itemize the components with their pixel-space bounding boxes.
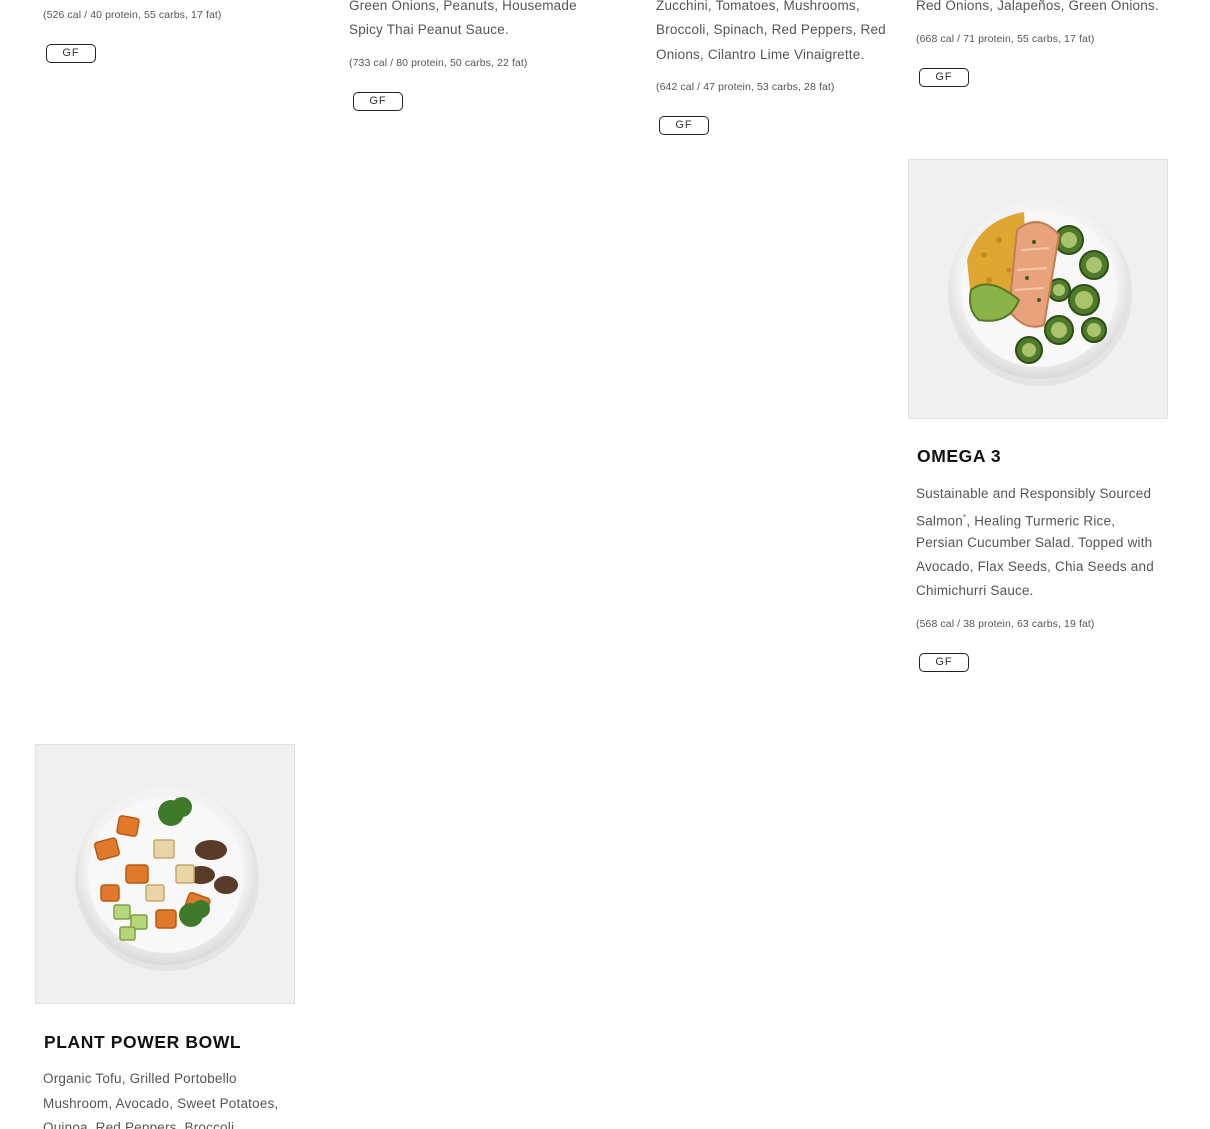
item-title[interactable]: OMEGA 3 [917,446,1001,467]
nutrition-info: (568 cal / 38 protein, 63 carbs, 19 fat) [916,618,1095,630]
item-description-line: Spicy Thai Peanut Sauce. [349,22,509,37]
item-description-line: Sustainable and Responsibly Sourced [916,486,1152,501]
item-description-line: Broccoli, Spinach, Red Peppers, Red [656,22,886,37]
gluten-free-tag: GF [919,653,969,672]
item-description-line: Onions, Cilantro Lime Vinaigrette. [656,47,865,62]
gluten-free-tag: GF [659,116,709,135]
nutrition-info: (526 cal / 40 protein, 55 carbs, 17 fat) [43,9,222,21]
gluten-free-tag: GF [919,68,969,87]
item-description-line: Chimichurri Sauce. [916,583,1034,598]
item-description-line: Red Onions, Jalapeños, Green Onions. [916,0,1159,13]
item-description-line: Persian Cucumber Salad. Topped with [916,535,1153,550]
item-description-text: Salmon [916,513,963,529]
gluten-free-tag: GF [46,44,96,63]
nutrition-info: (668 cal / 71 protein, 55 carbs, 17 fat) [916,33,1095,45]
plant-bowl-illustration [75,785,259,971]
item-title[interactable]: PLANT POWER BOWL [44,1032,241,1053]
item-description-line: Salmon*, Healing Turmeric Rice, [916,506,1115,534]
item-description-line: Quinoa, Red Peppers, Broccoli, [43,1120,239,1129]
item-description-line: Zucchini, Tomatoes, Mushrooms, [656,0,860,13]
gluten-free-tag: GF [353,92,403,111]
salmon-bowl-illustration [948,199,1132,386]
menu-page: (526 cal / 40 protein, 55 carbs, 17 fat)… [0,0,1210,1129]
plant-power-bowl-image[interactable] [35,744,295,1004]
item-description-line: Green Onions, Peanuts, Housemade [349,0,577,13]
item-description-line: Mushroom, Avocado, Sweet Potatoes, [43,1096,279,1111]
item-description-text: , Healing Turmeric Rice, [966,513,1116,529]
nutrition-info: (733 cal / 80 protein, 50 carbs, 22 fat) [349,57,528,69]
nutrition-info: (642 cal / 47 protein, 53 carbs, 28 fat) [656,81,835,93]
item-description-line: Organic Tofu, Grilled Portobello [43,1071,237,1086]
item-description-line: Avocado, Flax Seeds, Chia Seeds and [916,559,1154,574]
salmon-bowl-image[interactable] [908,159,1168,419]
